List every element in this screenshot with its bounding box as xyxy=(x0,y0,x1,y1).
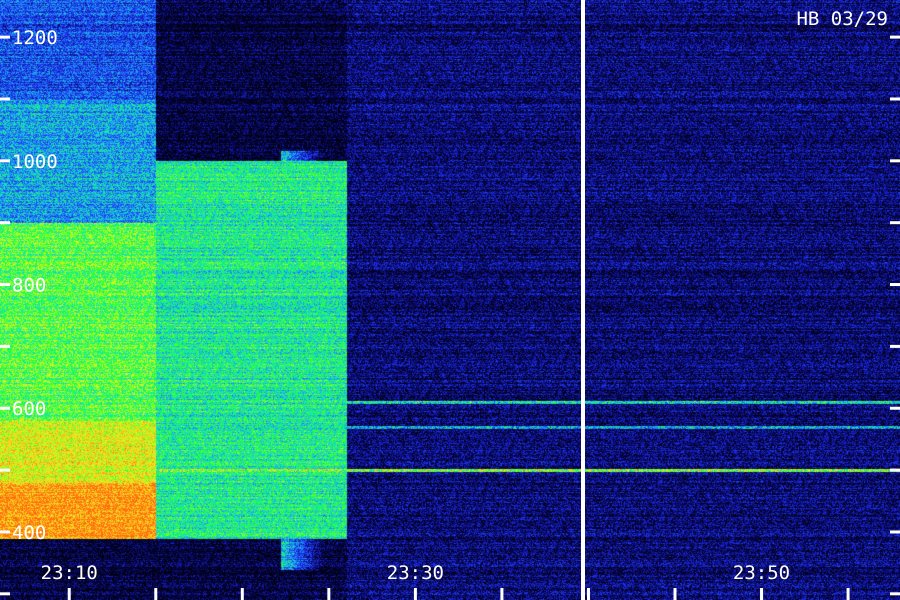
y-axis: 1200 1000 800 600 400 xyxy=(0,27,900,596)
chart-overlay: 1200 1000 800 600 400 23:10 23:30 23:50 HB 03/… xyxy=(0,0,900,600)
x-tick-label: 23:50 xyxy=(733,562,790,584)
y-tick-label: 1200 xyxy=(12,27,58,49)
y-tick-label: 800 xyxy=(12,275,46,297)
x-axis: 23:10 23:30 23:50 xyxy=(41,562,850,600)
y-tick-label: 600 xyxy=(12,398,46,420)
x-tick-label: 23:10 xyxy=(41,562,98,584)
chart-title: HB 03/29 xyxy=(796,8,888,30)
y-tick-label: 400 xyxy=(12,522,46,544)
x-tick-label: 23:30 xyxy=(387,562,444,584)
y-tick-label: 1000 xyxy=(12,151,58,173)
